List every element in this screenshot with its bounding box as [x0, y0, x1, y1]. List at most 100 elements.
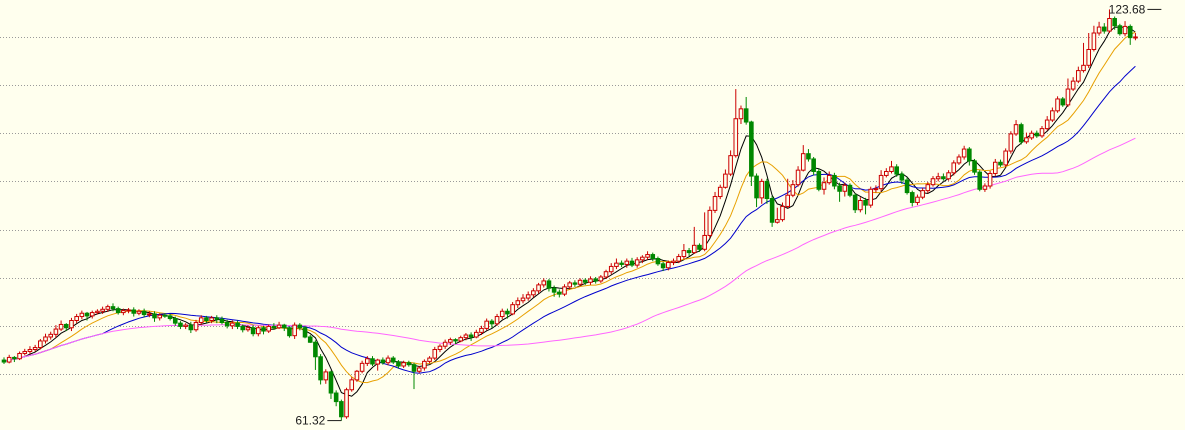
candle-body [972, 160, 977, 173]
candle-body [245, 327, 251, 331]
candle-body [909, 192, 915, 203]
candle-body [837, 185, 842, 192]
candle-body [717, 186, 723, 198]
candle [707, 206, 713, 239]
candle-body [256, 327, 261, 335]
candle-body [562, 286, 567, 295]
candle-body [126, 309, 131, 312]
candle-body [1112, 18, 1117, 27]
candle-body [468, 334, 474, 338]
candle-body [640, 256, 645, 261]
candle-body [878, 174, 884, 190]
candle-body [1024, 137, 1029, 143]
candle-body [276, 324, 282, 329]
candle-body [390, 357, 396, 363]
candle-body [946, 172, 951, 180]
candle-body [110, 306, 116, 310]
candle [972, 158, 977, 175]
candle-body [240, 325, 246, 331]
candle [904, 177, 910, 195]
candle-body [982, 185, 988, 190]
candle-body [925, 184, 931, 192]
candle-body [894, 166, 899, 175]
candle-body [655, 258, 661, 265]
candle-body [437, 345, 443, 351]
candle-body [427, 357, 432, 362]
candle-body [1065, 88, 1071, 106]
candle-body [1091, 32, 1097, 50]
candle-body [95, 310, 100, 314]
candle-body [1018, 124, 1024, 143]
candle-body [219, 318, 225, 323]
candle-body [567, 282, 573, 288]
candle-body [250, 327, 256, 335]
candle [868, 186, 874, 208]
candle [1117, 23, 1123, 36]
candle-body [100, 308, 105, 312]
candle-body [494, 316, 500, 325]
candle-body [147, 313, 152, 316]
candle-body [1044, 119, 1050, 130]
candle-body [463, 334, 469, 339]
candle-body [697, 244, 702, 250]
candle [1060, 96, 1066, 107]
candle-body [313, 341, 318, 358]
candle-body [961, 148, 967, 158]
stock-chart: 123.68 61.32 [0, 0, 1185, 430]
candle [717, 184, 723, 200]
candle [287, 326, 292, 338]
candle-body [551, 287, 557, 293]
candle-body [172, 318, 178, 324]
candle-body [956, 156, 962, 164]
candle-body [728, 155, 733, 175]
candle-body [141, 310, 147, 316]
candle-body [1122, 25, 1128, 35]
candle-body [650, 254, 656, 260]
candle-body [998, 161, 1003, 166]
candle-body [780, 205, 785, 221]
candle-body [89, 312, 95, 317]
candle [852, 193, 858, 214]
candle-body [401, 362, 406, 367]
candle-body [593, 278, 598, 282]
candle-body [489, 320, 495, 325]
candle-body [525, 294, 531, 299]
candle-body [707, 209, 713, 236]
candle-body [666, 261, 671, 269]
candle-body [6, 356, 12, 363]
candle-body [743, 108, 749, 123]
candle-body [863, 199, 868, 206]
candle-body [105, 306, 111, 310]
candle-body [520, 297, 526, 302]
candle-body [473, 331, 479, 338]
candle-body [738, 108, 744, 120]
candle-body [598, 276, 604, 282]
candle-body [702, 234, 707, 250]
candle-body [992, 161, 998, 174]
candle [977, 170, 983, 192]
candle-body [967, 148, 972, 162]
candle-body [868, 188, 874, 206]
candle-body [749, 121, 754, 177]
candle-body [27, 349, 33, 352]
candle-body [162, 314, 168, 317]
candle-body [572, 282, 578, 285]
candle-body [266, 325, 271, 332]
candle-body [302, 327, 308, 338]
candle [1055, 96, 1060, 113]
candle-body [131, 309, 137, 314]
candle-body [1086, 48, 1092, 66]
candle-body [1127, 25, 1133, 39]
candle-body [204, 317, 209, 321]
candle-body [183, 324, 188, 327]
candle-body [292, 324, 297, 337]
candle-body [339, 401, 344, 418]
candle-body [904, 179, 910, 194]
candle-body [416, 367, 422, 372]
candle-body [681, 250, 687, 258]
candle-body [375, 359, 380, 365]
candle-body [115, 308, 121, 314]
candle-body [499, 310, 505, 318]
candle-body [1003, 150, 1008, 166]
candle-body [287, 327, 292, 337]
